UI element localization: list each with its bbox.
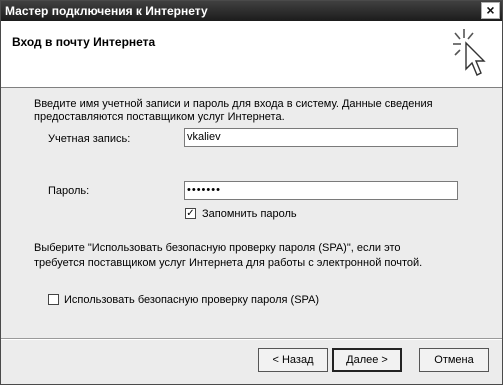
cancel-button[interactable]: Отмена <box>419 348 489 372</box>
title-bar: Мастер подключения к Интернету × <box>1 1 502 21</box>
spa-label[interactable]: Использовать безопасную проверку пароля … <box>64 293 319 307</box>
wizard-header: Вход в почту Интернета <box>1 21 502 88</box>
back-button[interactable]: < Назад <box>258 348 328 372</box>
remember-password-checkbox[interactable]: ✓ <box>185 208 196 219</box>
account-label: Учетная запись: <box>48 133 131 145</box>
close-button[interactable]: × <box>481 2 500 19</box>
spa-checkbox[interactable] <box>48 294 59 305</box>
wizard-cursor-icon <box>453 29 486 76</box>
spa-note-line-1: Выберите "Использовать безопасную провер… <box>34 242 401 254</box>
intro-text-line-1: Введите имя учетной записи и пароль для … <box>34 98 433 110</box>
window-title: Мастер подключения к Интернету <box>5 4 208 18</box>
button-separator <box>1 338 502 340</box>
intro-text-line-2: предоставляются поставщиком услуг Интерн… <box>34 111 285 123</box>
page-title: Вход в почту Интернета <box>12 35 156 49</box>
next-button[interactable]: Далее > <box>332 348 402 372</box>
account-input[interactable]: vkaliev <box>184 128 458 147</box>
password-label: Пароль: <box>48 185 90 197</box>
spa-note-line-2: требуется поставщиком услуг Интернета дл… <box>34 257 423 269</box>
wizard-window: Мастер подключения к Интернету × Вход в … <box>0 0 503 385</box>
password-input[interactable]: ••••••• <box>184 181 458 200</box>
remember-password-label[interactable]: Запомнить пароль <box>202 207 297 221</box>
